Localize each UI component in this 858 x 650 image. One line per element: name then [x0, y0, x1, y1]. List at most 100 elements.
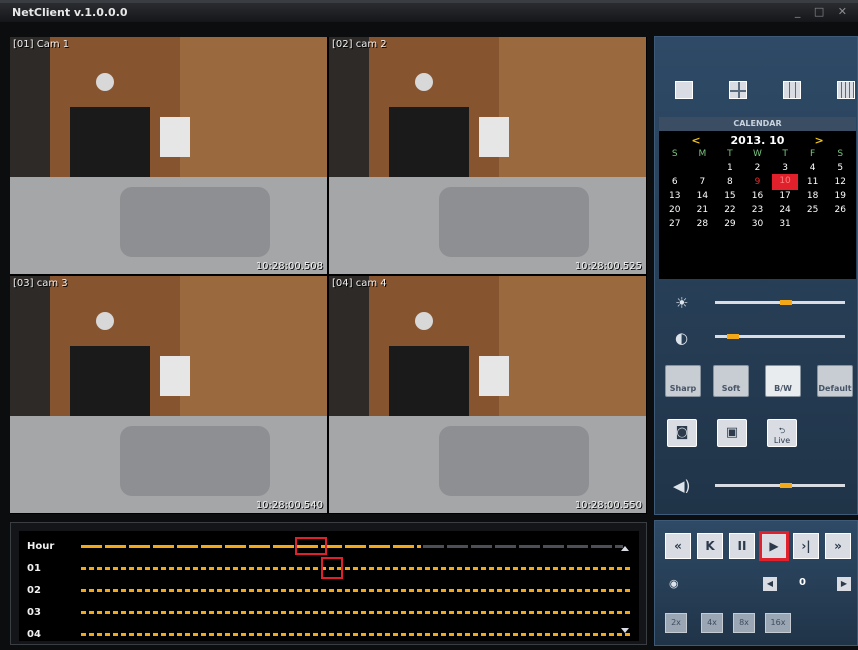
calendar-day[interactable]: 27 — [661, 219, 689, 229]
sharp-button[interactable]: Sharp — [665, 365, 701, 397]
bw-button[interactable]: B/W — [765, 365, 801, 397]
calendar-day[interactable]: 26 — [826, 205, 854, 215]
volume-knob[interactable] — [779, 483, 792, 488]
speed-16x-button[interactable]: 16x — [765, 613, 791, 633]
control-panel: CALENDAR < 2013. 10 > S M T W T F S 1 2 3 4 5 6 7 8 9 10… — [654, 36, 858, 515]
snapshot-button[interactable]: ◙ — [667, 419, 697, 447]
calendar-day[interactable]: 17 — [771, 191, 799, 201]
next-month-button[interactable]: > — [814, 134, 823, 147]
scroll-down-icon[interactable] — [621, 628, 629, 633]
calendar-day[interactable]: 16 — [744, 191, 772, 201]
channel-4-bar[interactable] — [81, 633, 631, 636]
fast-rewind-button[interactable]: « — [665, 533, 691, 559]
calendar-day[interactable]: 13 — [661, 191, 689, 201]
step-forward-button[interactable]: ›| — [793, 533, 819, 559]
live-label: Live — [773, 436, 791, 445]
calendar-day[interactable]: 25 — [799, 205, 827, 215]
camera-tile-3[interactable]: [03] cam 3 10:28:00.540 — [10, 276, 327, 513]
camera-timestamp: 10:28:00.525 — [574, 261, 642, 272]
contrast-slider[interactable] — [715, 334, 845, 339]
speed-4x-button[interactable]: 4x — [701, 613, 723, 633]
camera-feed-image — [329, 276, 646, 513]
speed-8x-button[interactable]: 8x — [733, 613, 755, 633]
minute-marker[interactable] — [321, 557, 343, 579]
camera-feed-image — [10, 276, 327, 513]
channel-1-bar[interactable] — [81, 567, 631, 570]
sharp-label: Sharp — [669, 384, 697, 393]
calendar-day[interactable]: 23 — [744, 205, 772, 215]
camera-label: [04] cam 4 — [332, 278, 387, 289]
fast-forward-button[interactable]: » — [825, 533, 851, 559]
channel-next-button[interactable]: ▶ — [837, 577, 851, 591]
timeline-row-label: 03 — [27, 607, 41, 618]
calendar-day[interactable]: 5 — [826, 163, 854, 173]
calendar-day[interactable]: 11 — [799, 177, 827, 187]
calendar-day[interactable]: 3 — [771, 163, 799, 173]
calendar-day[interactable]: 7 — [689, 177, 717, 187]
calendar-day[interactable]: 18 — [799, 191, 827, 201]
calendar-day[interactable]: 14 — [689, 191, 717, 201]
camera-timestamp: 10:28:00.550 — [574, 500, 642, 511]
camera-label: [03] cam 3 — [13, 278, 68, 289]
prev-month-button[interactable]: < — [691, 134, 700, 147]
camera-label: [01] Cam 1 — [13, 39, 70, 50]
hour-marker[interactable] — [295, 537, 327, 555]
calendar-day[interactable]: 20 — [661, 205, 689, 215]
sixteen-view-icon[interactable] — [837, 81, 855, 99]
weekday-header: S — [837, 149, 844, 159]
scroll-up-icon[interactable] — [621, 546, 629, 551]
calendar-day[interactable]: 28 — [689, 219, 717, 229]
camera-tile-1[interactable]: [01] Cam 1 10:28:00.508 — [10, 37, 327, 274]
contrast-icon: ◐ — [675, 329, 689, 347]
calendar-day[interactable]: 21 — [689, 205, 717, 215]
single-view-icon[interactable] — [675, 81, 693, 99]
timeline-tracks: Hour 01 02 03 04 — [19, 531, 639, 641]
calendar-day[interactable]: 8 — [716, 177, 744, 187]
live-button[interactable]: ⮌ Live — [767, 419, 797, 447]
save-icon: ▣ — [725, 425, 739, 440]
brightness-knob[interactable] — [779, 300, 792, 305]
title-bar: NetClient v.1.0.0.0 _ □ ✕ — [0, 0, 858, 22]
calendar-day[interactable]: 30 — [744, 219, 772, 229]
hour-bar-empty — [423, 545, 623, 548]
hour-bar[interactable] — [81, 545, 421, 548]
calendar-day[interactable]: 15 — [716, 191, 744, 201]
window-title: NetClient v.1.0.0.0 — [12, 6, 128, 19]
layout-selector — [675, 81, 855, 99]
save-button[interactable]: ▣ — [717, 419, 747, 447]
calendar-day[interactable]: 4 — [799, 163, 827, 173]
calendar-day[interactable]: 2 — [744, 163, 772, 173]
calendar-day[interactable]: 29 — [716, 219, 744, 229]
soft-button[interactable]: Soft — [713, 365, 749, 397]
camera-label: [02] cam 2 — [332, 39, 387, 50]
brightness-slider[interactable] — [715, 300, 845, 305]
channel-prev-button[interactable]: ◀ — [763, 577, 777, 591]
speed-2x-button[interactable]: 2x — [665, 613, 687, 633]
calendar-day[interactable]: 19 — [826, 191, 854, 201]
calendar-day[interactable]: 1 — [716, 163, 744, 173]
calendar-day[interactable]: 9 — [744, 177, 772, 187]
pause-button[interactable]: II — [729, 533, 755, 559]
calendar-day[interactable]: 12 — [826, 177, 854, 187]
step-back-button[interactable]: K — [697, 533, 723, 559]
calendar-day[interactable]: 22 — [716, 205, 744, 215]
play-button[interactable]: ▶ — [759, 531, 789, 561]
timeline-row-label: 04 — [27, 629, 41, 640]
channel-3-bar[interactable] — [81, 611, 631, 614]
calendar-nav: < 2013. 10 > — [659, 134, 856, 147]
camera-tile-4[interactable]: [04] cam 4 10:28:00.550 — [329, 276, 646, 513]
calendar-day[interactable]: 10 — [772, 174, 798, 190]
camera-tile-2[interactable]: [02] cam 2 10:28:00.525 — [329, 37, 646, 274]
window-controls[interactable]: _ □ ✕ — [795, 5, 852, 18]
quad-view-icon[interactable] — [729, 81, 747, 99]
calendar-day[interactable]: 6 — [661, 177, 689, 187]
channel-2-bar[interactable] — [81, 589, 631, 592]
default-button[interactable]: Default — [817, 365, 853, 397]
calendar-day[interactable]: 24 — [771, 205, 799, 215]
contrast-knob[interactable] — [726, 334, 739, 339]
calendar-day[interactable]: 31 — [771, 219, 799, 229]
default-label: Default — [818, 384, 852, 393]
volume-slider[interactable] — [715, 483, 845, 488]
nine-view-icon[interactable] — [783, 81, 801, 99]
weekday-header: M — [698, 149, 707, 159]
